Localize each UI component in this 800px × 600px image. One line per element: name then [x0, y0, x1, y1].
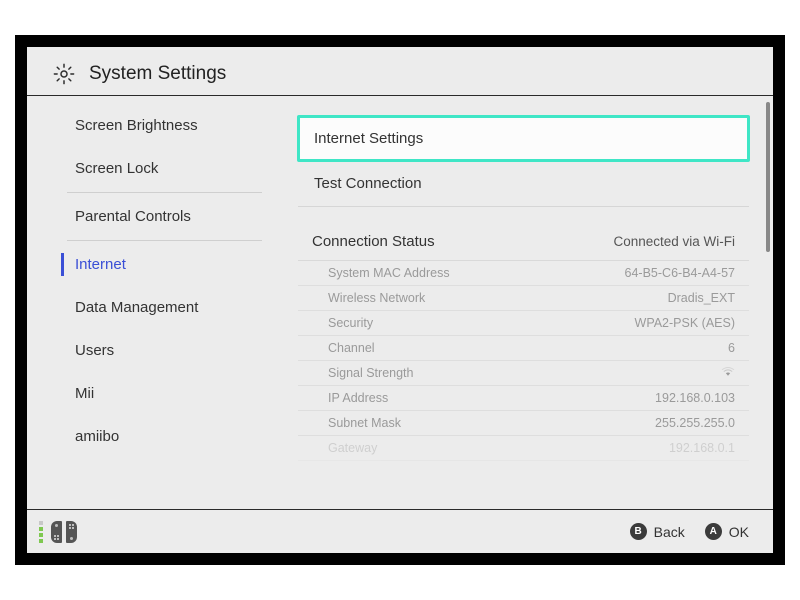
sidebar-item-parental-controls[interactable]: Parental Controls	[27, 195, 262, 238]
status-label: Signal Strength	[328, 366, 413, 380]
wifi-icon	[721, 366, 735, 380]
player-led-icon	[39, 521, 43, 543]
option-internet-settings[interactable]: Internet Settings	[298, 116, 749, 161]
gear-icon	[53, 63, 75, 85]
sidebar-divider	[67, 192, 262, 193]
status-value: 192.168.0.103	[655, 391, 735, 405]
footer-bar: B Back A OK	[27, 509, 773, 553]
sidebar: Screen Brightness Screen Lock Parental C…	[27, 96, 262, 509]
joycon-left-icon	[51, 521, 62, 543]
sidebar-item-screen-lock[interactable]: Screen Lock	[27, 147, 262, 190]
ok-label: OK	[729, 524, 749, 540]
status-label: System MAC Address	[328, 266, 450, 280]
status-label: Security	[328, 316, 373, 330]
status-label: IP Address	[328, 391, 388, 405]
status-value: 255.255.255.0	[655, 416, 735, 430]
status-value: Dradis_EXT	[668, 291, 735, 305]
spacer	[298, 207, 749, 221]
connection-status-header[interactable]: Connection Status Connected via Wi-Fi	[298, 221, 749, 261]
status-label: Gateway	[328, 441, 377, 455]
status-label: Subnet Mask	[328, 416, 401, 430]
joycon-right-icon	[66, 521, 77, 543]
screen: System Settings Screen Brightness Screen…	[27, 47, 773, 553]
sidebar-item-users[interactable]: Users	[27, 329, 262, 372]
ok-button[interactable]: A OK	[705, 523, 749, 540]
connection-status-label: Connection Status	[312, 233, 435, 250]
status-row-signal: Signal Strength	[298, 361, 749, 386]
status-label: Wireless Network	[328, 291, 425, 305]
a-button-icon: A	[705, 523, 722, 540]
header-bar: System Settings	[27, 47, 773, 96]
main-panel: Internet Settings Test Connection Connec…	[262, 96, 773, 509]
console-frame: System Settings Screen Brightness Screen…	[15, 35, 785, 565]
sidebar-item-mii[interactable]: Mii	[27, 372, 262, 415]
sidebar-item-data-management[interactable]: Data Management	[27, 286, 262, 329]
status-row-wireless: Wireless Network Dradis_EXT	[298, 286, 749, 311]
status-row-gateway: Gateway 192.168.0.1	[298, 436, 749, 461]
back-label: Back	[654, 524, 685, 540]
status-value: WPA2-PSK (AES)	[635, 316, 735, 330]
sidebar-item-internet[interactable]: Internet	[27, 243, 262, 286]
scrollbar[interactable]	[766, 102, 770, 252]
connection-status-value: Connected via Wi-Fi	[613, 234, 735, 249]
status-value: 192.168.0.1	[669, 441, 735, 455]
status-label: Channel	[328, 341, 375, 355]
status-row-security: Security WPA2-PSK (AES)	[298, 311, 749, 336]
sidebar-item-screen-brightness[interactable]: Screen Brightness	[27, 104, 262, 147]
b-button-icon: B	[630, 523, 647, 540]
status-row-channel: Channel 6	[298, 336, 749, 361]
status-value: 64-B5-C6-B4-A4-57	[625, 266, 735, 280]
status-row-ip: IP Address 192.168.0.103	[298, 386, 749, 411]
status-row-mac: System MAC Address 64-B5-C6-B4-A4-57	[298, 261, 749, 286]
sidebar-divider	[67, 240, 262, 241]
controller-indicator	[39, 521, 77, 543]
page-title: System Settings	[89, 63, 226, 85]
body: Screen Brightness Screen Lock Parental C…	[27, 96, 773, 509]
status-value: 6	[728, 341, 735, 355]
sidebar-item-amiibo[interactable]: amiibo	[27, 415, 262, 458]
back-button[interactable]: B Back	[630, 523, 685, 540]
status-row-subnet: Subnet Mask 255.255.255.0	[298, 411, 749, 436]
option-test-connection[interactable]: Test Connection	[298, 161, 749, 207]
